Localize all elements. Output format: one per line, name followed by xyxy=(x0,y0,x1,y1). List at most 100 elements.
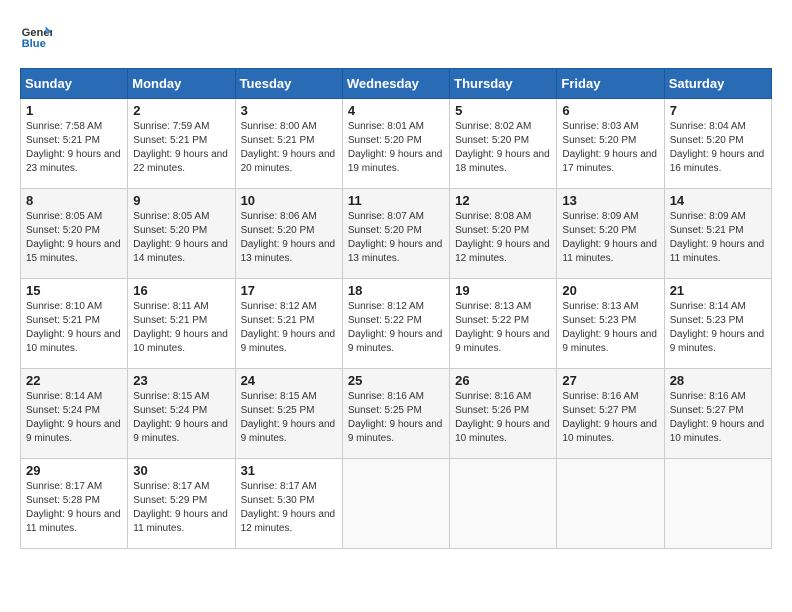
day-info: Sunrise: 8:10 AM Sunset: 5:21 PM Dayligh… xyxy=(26,300,122,356)
day-number: 10 xyxy=(241,193,337,208)
day-info: Sunrise: 8:02 AM Sunset: 5:20 PM Dayligh… xyxy=(455,120,551,176)
calendar-cell: 20 Sunrise: 8:13 AM Sunset: 5:23 PM Dayl… xyxy=(557,279,664,369)
calendar-cell: 3 Sunrise: 8:00 AM Sunset: 5:21 PM Dayli… xyxy=(235,99,342,189)
day-info: Sunrise: 8:17 AM Sunset: 5:28 PM Dayligh… xyxy=(26,480,122,536)
calendar-cell: 16 Sunrise: 8:11 AM Sunset: 5:21 PM Dayl… xyxy=(128,279,235,369)
svg-text:Blue: Blue xyxy=(22,38,46,50)
calendar-cell: 24 Sunrise: 8:15 AM Sunset: 5:25 PM Dayl… xyxy=(235,369,342,459)
day-info: Sunrise: 8:17 AM Sunset: 5:29 PM Dayligh… xyxy=(133,480,229,536)
day-number: 21 xyxy=(670,283,766,298)
day-number: 28 xyxy=(670,373,766,388)
calendar-cell xyxy=(664,459,771,549)
day-number: 30 xyxy=(133,463,229,478)
calendar-cell: 8 Sunrise: 8:05 AM Sunset: 5:20 PM Dayli… xyxy=(21,189,128,279)
day-number: 12 xyxy=(455,193,551,208)
day-info: Sunrise: 8:12 AM Sunset: 5:21 PM Dayligh… xyxy=(241,300,337,356)
calendar-cell: 18 Sunrise: 8:12 AM Sunset: 5:22 PM Dayl… xyxy=(342,279,449,369)
calendar-cell: 29 Sunrise: 8:17 AM Sunset: 5:28 PM Dayl… xyxy=(21,459,128,549)
calendar-table: SundayMondayTuesdayWednesdayThursdayFrid… xyxy=(20,68,772,549)
calendar-cell: 11 Sunrise: 8:07 AM Sunset: 5:20 PM Dayl… xyxy=(342,189,449,279)
calendar-cell: 14 Sunrise: 8:09 AM Sunset: 5:21 PM Dayl… xyxy=(664,189,771,279)
day-info: Sunrise: 8:13 AM Sunset: 5:23 PM Dayligh… xyxy=(562,300,658,356)
day-header-friday: Friday xyxy=(557,69,664,99)
logo: General Blue xyxy=(20,20,56,52)
day-header-tuesday: Tuesday xyxy=(235,69,342,99)
day-info: Sunrise: 8:05 AM Sunset: 5:20 PM Dayligh… xyxy=(133,210,229,266)
day-number: 7 xyxy=(670,103,766,118)
day-info: Sunrise: 8:14 AM Sunset: 5:24 PM Dayligh… xyxy=(26,390,122,446)
day-number: 14 xyxy=(670,193,766,208)
day-info: Sunrise: 8:06 AM Sunset: 5:20 PM Dayligh… xyxy=(241,210,337,266)
calendar-week-row: 1 Sunrise: 7:58 AM Sunset: 5:21 PM Dayli… xyxy=(21,99,772,189)
day-info: Sunrise: 8:14 AM Sunset: 5:23 PM Dayligh… xyxy=(670,300,766,356)
day-header-wednesday: Wednesday xyxy=(342,69,449,99)
calendar-cell: 21 Sunrise: 8:14 AM Sunset: 5:23 PM Dayl… xyxy=(664,279,771,369)
day-header-saturday: Saturday xyxy=(664,69,771,99)
day-number: 3 xyxy=(241,103,337,118)
day-number: 23 xyxy=(133,373,229,388)
day-info: Sunrise: 8:16 AM Sunset: 5:25 PM Dayligh… xyxy=(348,390,444,446)
day-info: Sunrise: 8:08 AM Sunset: 5:20 PM Dayligh… xyxy=(455,210,551,266)
day-number: 31 xyxy=(241,463,337,478)
day-info: Sunrise: 7:58 AM Sunset: 5:21 PM Dayligh… xyxy=(26,120,122,176)
calendar-week-row: 22 Sunrise: 8:14 AM Sunset: 5:24 PM Dayl… xyxy=(21,369,772,459)
calendar-cell: 22 Sunrise: 8:14 AM Sunset: 5:24 PM Dayl… xyxy=(21,369,128,459)
day-info: Sunrise: 8:16 AM Sunset: 5:26 PM Dayligh… xyxy=(455,390,551,446)
day-number: 17 xyxy=(241,283,337,298)
day-number: 26 xyxy=(455,373,551,388)
day-number: 15 xyxy=(26,283,122,298)
calendar-cell xyxy=(557,459,664,549)
day-info: Sunrise: 8:01 AM Sunset: 5:20 PM Dayligh… xyxy=(348,120,444,176)
day-number: 27 xyxy=(562,373,658,388)
day-info: Sunrise: 8:13 AM Sunset: 5:22 PM Dayligh… xyxy=(455,300,551,356)
calendar-cell: 26 Sunrise: 8:16 AM Sunset: 5:26 PM Dayl… xyxy=(450,369,557,459)
calendar-cell: 2 Sunrise: 7:59 AM Sunset: 5:21 PM Dayli… xyxy=(128,99,235,189)
day-number: 20 xyxy=(562,283,658,298)
calendar-cell: 30 Sunrise: 8:17 AM Sunset: 5:29 PM Dayl… xyxy=(128,459,235,549)
calendar-cell: 7 Sunrise: 8:04 AM Sunset: 5:20 PM Dayli… xyxy=(664,99,771,189)
calendar-cell: 17 Sunrise: 8:12 AM Sunset: 5:21 PM Dayl… xyxy=(235,279,342,369)
day-number: 16 xyxy=(133,283,229,298)
day-info: Sunrise: 8:04 AM Sunset: 5:20 PM Dayligh… xyxy=(670,120,766,176)
calendar-cell: 19 Sunrise: 8:13 AM Sunset: 5:22 PM Dayl… xyxy=(450,279,557,369)
day-header-sunday: Sunday xyxy=(21,69,128,99)
day-info: Sunrise: 8:16 AM Sunset: 5:27 PM Dayligh… xyxy=(562,390,658,446)
day-info: Sunrise: 7:59 AM Sunset: 5:21 PM Dayligh… xyxy=(133,120,229,176)
calendar-cell: 25 Sunrise: 8:16 AM Sunset: 5:25 PM Dayl… xyxy=(342,369,449,459)
calendar-cell: 4 Sunrise: 8:01 AM Sunset: 5:20 PM Dayli… xyxy=(342,99,449,189)
calendar-cell: 1 Sunrise: 7:58 AM Sunset: 5:21 PM Dayli… xyxy=(21,99,128,189)
day-info: Sunrise: 8:11 AM Sunset: 5:21 PM Dayligh… xyxy=(133,300,229,356)
calendar-cell: 23 Sunrise: 8:15 AM Sunset: 5:24 PM Dayl… xyxy=(128,369,235,459)
day-number: 8 xyxy=(26,193,122,208)
logo-icon: General Blue xyxy=(20,20,52,52)
day-info: Sunrise: 8:03 AM Sunset: 5:20 PM Dayligh… xyxy=(562,120,658,176)
calendar-week-row: 8 Sunrise: 8:05 AM Sunset: 5:20 PM Dayli… xyxy=(21,189,772,279)
day-number: 25 xyxy=(348,373,444,388)
day-number: 11 xyxy=(348,193,444,208)
day-info: Sunrise: 8:07 AM Sunset: 5:20 PM Dayligh… xyxy=(348,210,444,266)
day-info: Sunrise: 8:12 AM Sunset: 5:22 PM Dayligh… xyxy=(348,300,444,356)
calendar-cell: 10 Sunrise: 8:06 AM Sunset: 5:20 PM Dayl… xyxy=(235,189,342,279)
day-number: 9 xyxy=(133,193,229,208)
day-number: 2 xyxy=(133,103,229,118)
day-number: 24 xyxy=(241,373,337,388)
day-number: 19 xyxy=(455,283,551,298)
day-info: Sunrise: 8:17 AM Sunset: 5:30 PM Dayligh… xyxy=(241,480,337,536)
calendar-cell: 15 Sunrise: 8:10 AM Sunset: 5:21 PM Dayl… xyxy=(21,279,128,369)
day-number: 29 xyxy=(26,463,122,478)
day-info: Sunrise: 8:15 AM Sunset: 5:25 PM Dayligh… xyxy=(241,390,337,446)
page-header: General Blue xyxy=(20,20,772,52)
day-number: 13 xyxy=(562,193,658,208)
calendar-cell: 6 Sunrise: 8:03 AM Sunset: 5:20 PM Dayli… xyxy=(557,99,664,189)
day-number: 5 xyxy=(455,103,551,118)
calendar-cell: 28 Sunrise: 8:16 AM Sunset: 5:27 PM Dayl… xyxy=(664,369,771,459)
calendar-cell: 5 Sunrise: 8:02 AM Sunset: 5:20 PM Dayli… xyxy=(450,99,557,189)
day-number: 6 xyxy=(562,103,658,118)
calendar-header-row: SundayMondayTuesdayWednesdayThursdayFrid… xyxy=(21,69,772,99)
calendar-week-row: 15 Sunrise: 8:10 AM Sunset: 5:21 PM Dayl… xyxy=(21,279,772,369)
day-info: Sunrise: 8:09 AM Sunset: 5:21 PM Dayligh… xyxy=(670,210,766,266)
day-header-thursday: Thursday xyxy=(450,69,557,99)
calendar-week-row: 29 Sunrise: 8:17 AM Sunset: 5:28 PM Dayl… xyxy=(21,459,772,549)
day-number: 1 xyxy=(26,103,122,118)
day-info: Sunrise: 8:05 AM Sunset: 5:20 PM Dayligh… xyxy=(26,210,122,266)
